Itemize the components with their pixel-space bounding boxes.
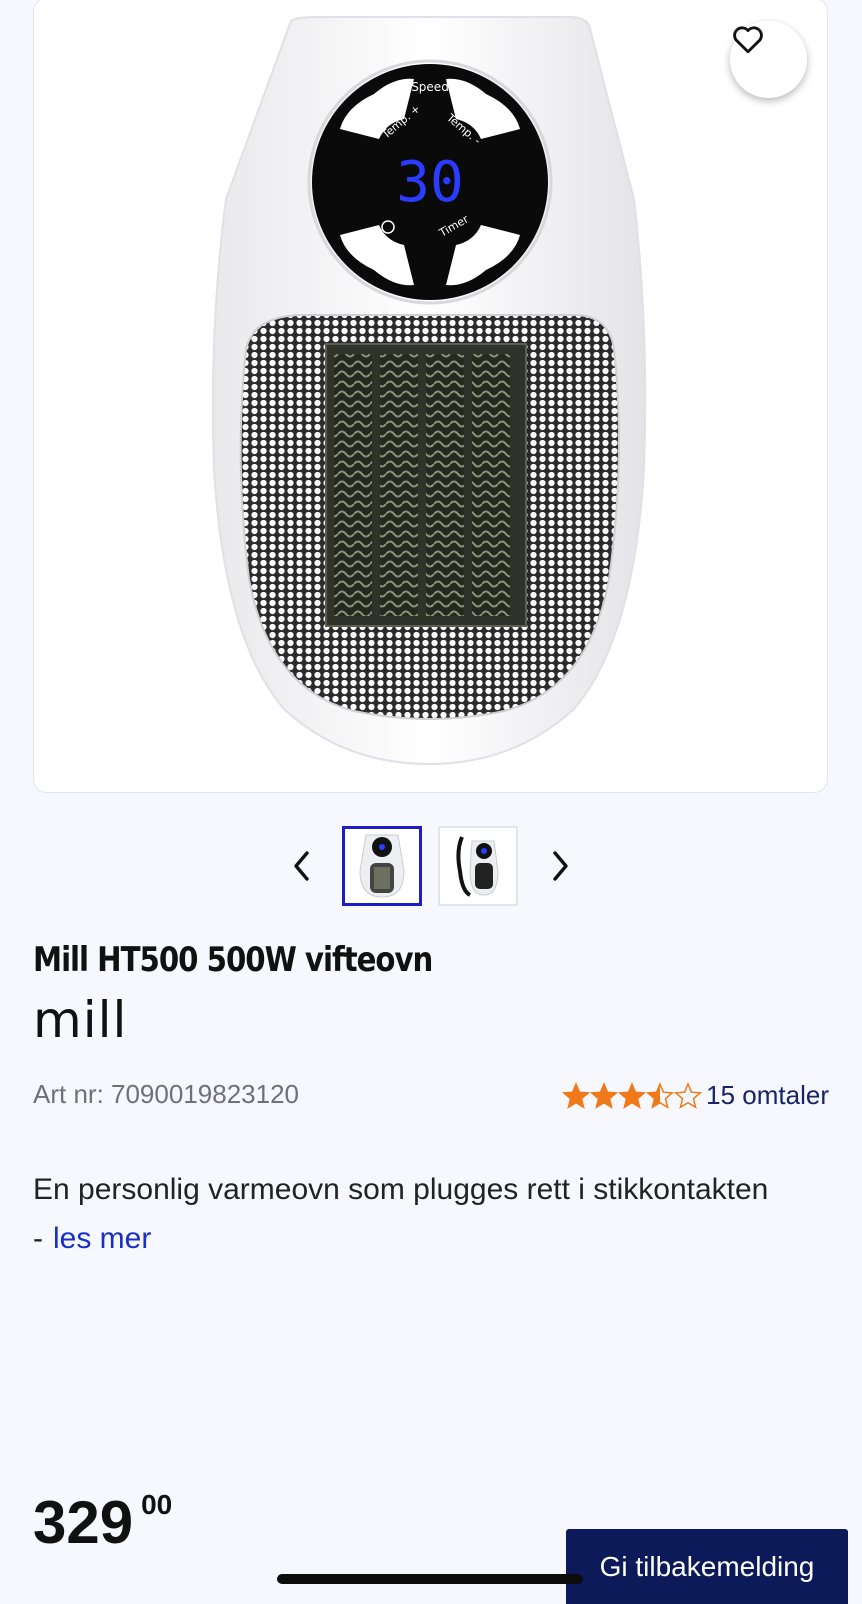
previous-image-button[interactable] bbox=[282, 844, 322, 888]
favorite-button[interactable] bbox=[730, 21, 807, 98]
thumbnail-2[interactable] bbox=[438, 826, 518, 906]
next-image-button[interactable] bbox=[540, 844, 580, 888]
article-number: Art nr: 7090019823120 bbox=[33, 1079, 299, 1109]
brand-name[interactable]: mill bbox=[33, 995, 127, 1045]
thumbnail-image-side bbox=[456, 836, 499, 897]
star-icon bbox=[562, 1081, 591, 1109]
rating-stars bbox=[562, 1081, 703, 1110]
heater-illustration: Speed Temp. + Temp. - 30 Timer bbox=[211, 16, 647, 766]
feedback-button[interactable]: Gi tilbakemelding bbox=[566, 1529, 848, 1604]
thumbnail-image-front bbox=[359, 834, 405, 898]
chevron-right-icon bbox=[553, 851, 568, 881]
thumbnail-1[interactable] bbox=[342, 826, 422, 906]
product-image[interactable]: Speed Temp. + Temp. - 30 Timer bbox=[33, 0, 828, 793]
dial-display-value: 30 bbox=[396, 150, 463, 215]
read-more-link[interactable]: les mer bbox=[53, 1222, 151, 1255]
dial-label-speed: Speed bbox=[411, 80, 449, 94]
price-cents: 00 bbox=[141, 1489, 173, 1520]
home-indicator bbox=[277, 1574, 583, 1584]
reviews-link[interactable]: 15 omtaler bbox=[706, 1080, 829, 1111]
product-description: En personlig varmeovn som plugges rett i… bbox=[33, 1165, 773, 1263]
star-icon bbox=[590, 1081, 619, 1109]
heart-icon bbox=[733, 26, 763, 54]
star-icon bbox=[674, 1081, 703, 1109]
price: 329 00 bbox=[33, 1489, 172, 1556]
product-rating[interactable]: 15 omtaler bbox=[562, 1080, 829, 1111]
product-title: Mill HT500 500W vifteovn bbox=[33, 940, 433, 980]
image-gallery bbox=[0, 826, 862, 906]
price-main: 329 bbox=[33, 1489, 134, 1556]
star-icon bbox=[618, 1081, 647, 1109]
chevron-left-icon bbox=[294, 851, 309, 881]
star-icon bbox=[646, 1081, 675, 1109]
